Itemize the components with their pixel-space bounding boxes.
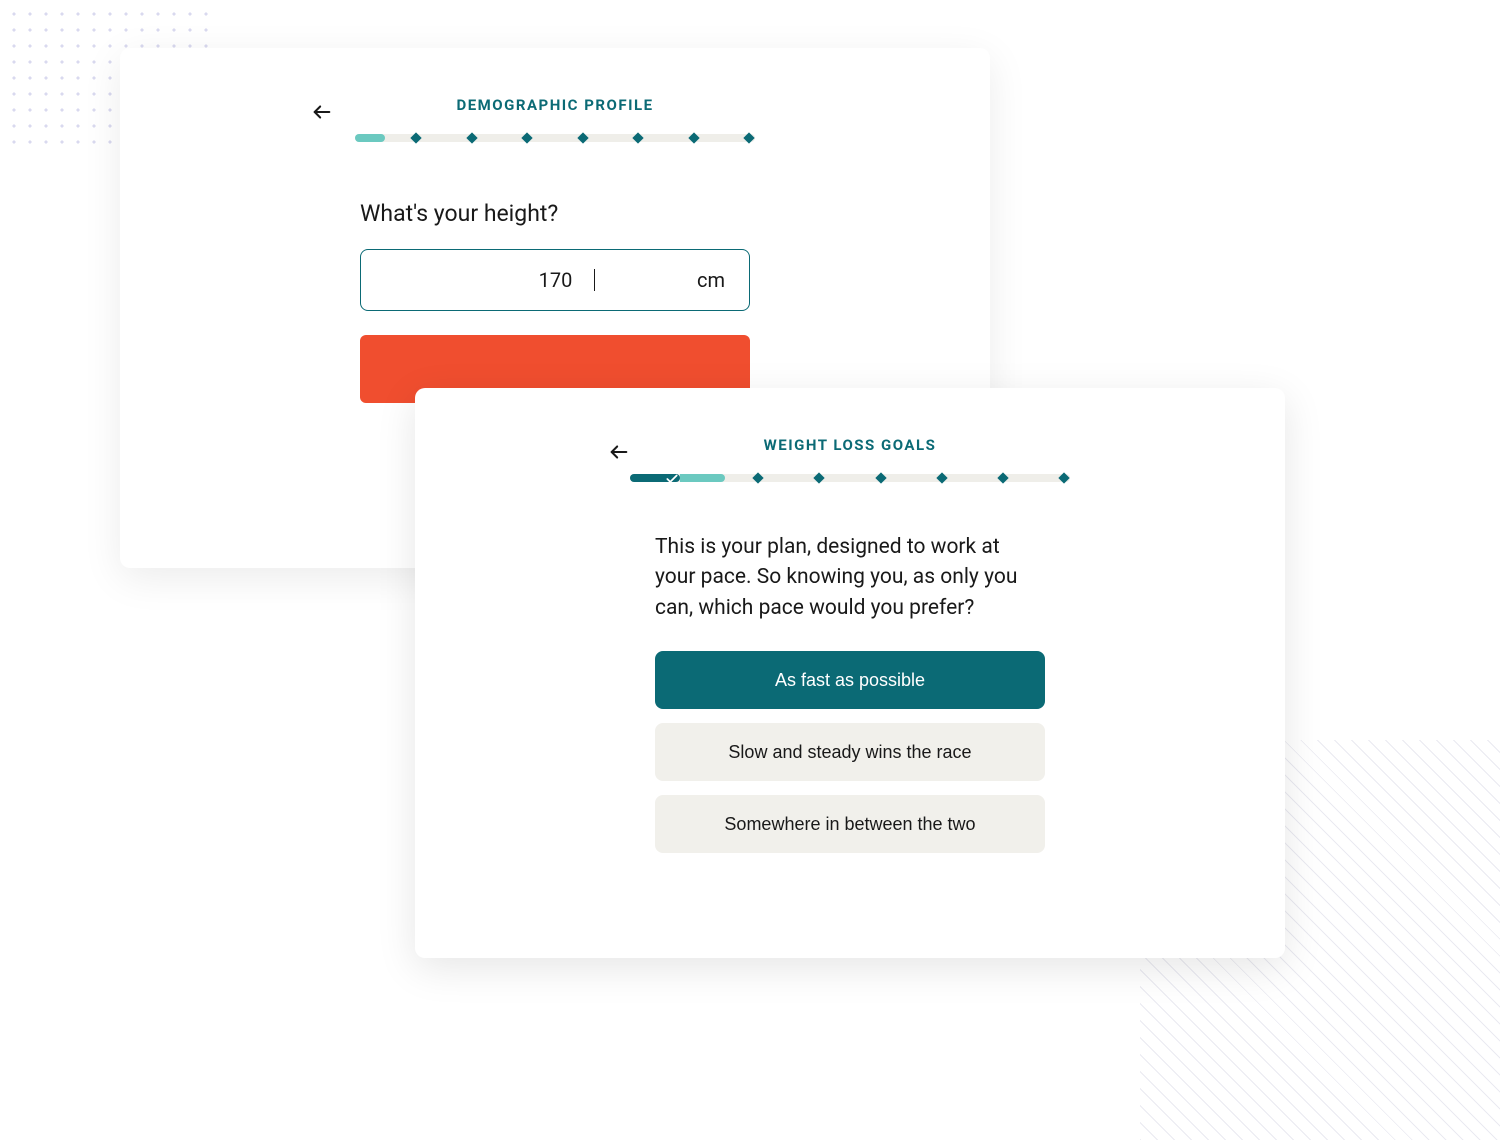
card2-body: This is your plan, designed to work at y… [655, 532, 1045, 853]
progress-bar [355, 134, 755, 142]
text-caret-icon [594, 269, 595, 291]
height-question: What's your height? [360, 200, 750, 227]
progress-step-icon [522, 132, 533, 143]
progress-step-icon [466, 132, 477, 143]
height-input[interactable]: 170 cm [360, 249, 750, 311]
progress-step-icon [997, 472, 1008, 483]
progress-step-icon [1058, 472, 1069, 483]
height-value: 170 [516, 268, 596, 292]
card1-header: DEMOGRAPHIC PROFILE [120, 96, 990, 114]
option-label: Somewhere in between the two [724, 814, 975, 835]
option-slow[interactable]: Slow and steady wins the race [655, 723, 1045, 781]
option-between[interactable]: Somewhere in between the two [655, 795, 1045, 853]
progress-bar [630, 474, 1070, 482]
height-unit: cm [697, 268, 725, 292]
progress-step-icon [743, 132, 754, 143]
progress-step-icon [814, 472, 825, 483]
progress-step-icon [936, 472, 947, 483]
option-label: Slow and steady wins the race [728, 742, 971, 763]
section-title: WEIGHT LOSS GOALS [764, 436, 937, 454]
card2-header: WEIGHT LOSS GOALS [415, 436, 1285, 454]
progress-step-icon [411, 132, 422, 143]
back-arrow-icon[interactable] [308, 98, 336, 126]
progress-step-icon [753, 472, 764, 483]
progress-step-icon [577, 132, 588, 143]
progress-step-icon [688, 132, 699, 143]
pace-question: This is your plan, designed to work at y… [655, 532, 1045, 623]
option-fast[interactable]: As fast as possible [655, 651, 1045, 709]
progress-step-icon [632, 132, 643, 143]
progress-step-icon [875, 472, 886, 483]
weight-loss-goals-card: WEIGHT LOSS GOALS This is you [415, 388, 1285, 958]
card1-body: What's your height? 170 cm [360, 200, 750, 407]
option-label: As fast as possible [775, 670, 925, 691]
section-title: DEMOGRAPHIC PROFILE [456, 96, 653, 114]
back-arrow-icon[interactable] [605, 438, 633, 466]
